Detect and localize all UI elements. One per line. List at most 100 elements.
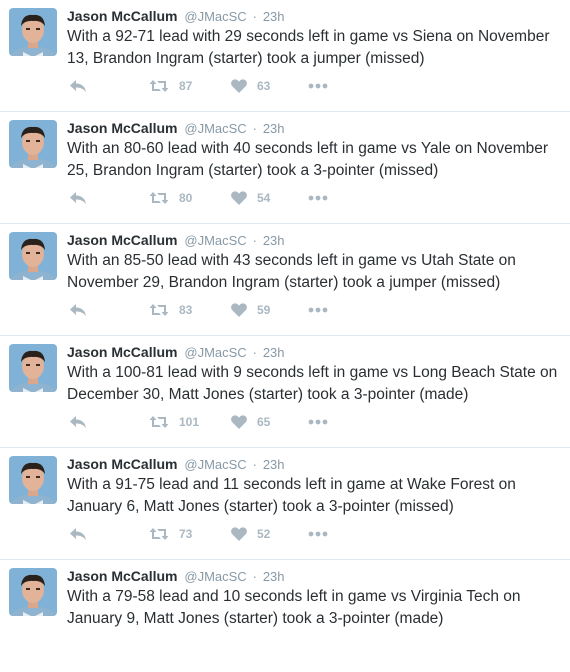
tweet-text: With a 91-75 lead and 11 seconds left in… [67, 476, 516, 515]
heart-icon [231, 527, 247, 541]
tweet-header: Jason McCallum @JMacSC · 23h [67, 343, 285, 362]
retweet-count: 80 [179, 191, 193, 205]
tweet-header: Jason McCallum @JMacSC · 23h [67, 7, 285, 26]
tweet-text: With an 80-60 lead with 40 seconds left … [67, 140, 549, 179]
author-handle[interactable]: @JMacSC [184, 9, 246, 24]
author-name[interactable]: Jason McCallum [67, 344, 177, 360]
separator: · [252, 9, 257, 24]
author-name[interactable]: Jason McCallum [67, 8, 177, 24]
heart-icon [231, 191, 247, 205]
timeline: Jason McCallum @JMacSC · 23h With a 92-7… [0, 0, 570, 672]
tweet-actions: 101 65 [67, 412, 367, 432]
retweet-button[interactable]: 83 [149, 300, 192, 320]
reply-button[interactable] [69, 76, 87, 96]
reply-button[interactable] [69, 524, 87, 544]
like-count: 59 [257, 303, 271, 317]
reply-button[interactable] [69, 412, 87, 432]
tweet[interactable]: Jason McCallum @JMacSC · 23h With a 79-5… [0, 560, 570, 672]
separator: · [252, 457, 257, 472]
avatar[interactable] [9, 456, 57, 504]
separator: · [252, 121, 257, 136]
like-button[interactable]: 65 [231, 412, 270, 432]
separator: · [252, 233, 257, 248]
retweet-count: 87 [179, 79, 193, 93]
like-button[interactable]: 54 [231, 188, 270, 208]
author-handle[interactable]: @JMacSC [184, 233, 246, 248]
retweet-button[interactable]: 80 [149, 188, 192, 208]
tweet[interactable]: Jason McCallum @JMacSC · 23h With a 100-… [0, 336, 570, 448]
tweet[interactable]: Jason McCallum @JMacSC · 23h With an 85-… [0, 224, 570, 336]
retweet-button[interactable]: 87 [149, 76, 192, 96]
like-button[interactable]: 59 [231, 300, 270, 320]
timestamp[interactable]: 23h [263, 9, 285, 24]
more-button[interactable] [308, 188, 328, 208]
tweet-header: Jason McCallum @JMacSC · 23h [67, 119, 285, 138]
reply-icon [69, 415, 87, 429]
tweet-text: With an 85-50 lead with 43 seconds left … [67, 252, 516, 291]
like-count: 65 [257, 415, 271, 429]
avatar[interactable] [9, 8, 57, 56]
retweet-count: 73 [179, 527, 193, 541]
timestamp[interactable]: 23h [263, 457, 285, 472]
reply-button[interactable] [69, 300, 87, 320]
retweet-count: 83 [179, 303, 193, 317]
more-button[interactable] [308, 76, 328, 96]
author-handle[interactable]: @JMacSC [184, 569, 246, 584]
tweet-actions: 83 59 [67, 300, 367, 320]
like-count: 54 [257, 191, 271, 205]
separator: · [252, 569, 257, 584]
tweet[interactable]: Jason McCallum @JMacSC · 23h With an 80-… [0, 112, 570, 224]
more-icon [308, 195, 328, 201]
more-button[interactable] [308, 524, 328, 544]
author-name[interactable]: Jason McCallum [67, 568, 177, 584]
separator: · [252, 345, 257, 360]
tweet-header: Jason McCallum @JMacSC · 23h [67, 455, 285, 474]
retweet-button[interactable]: 73 [149, 524, 192, 544]
tweet-header: Jason McCallum @JMacSC · 23h [67, 567, 285, 586]
more-icon [308, 531, 328, 537]
timestamp[interactable]: 23h [263, 233, 285, 248]
tweet-text: With a 100-81 lead with 9 seconds left i… [67, 364, 558, 403]
avatar[interactable] [9, 120, 57, 168]
like-count: 63 [257, 79, 271, 93]
tweet-text: With a 92-71 lead with 29 seconds left i… [67, 28, 550, 67]
more-button[interactable] [308, 300, 328, 320]
timestamp[interactable]: 23h [263, 121, 285, 136]
author-handle[interactable]: @JMacSC [184, 457, 246, 472]
more-button[interactable] [308, 412, 328, 432]
more-icon [308, 307, 328, 313]
tweet[interactable]: Jason McCallum @JMacSC · 23h With a 91-7… [0, 448, 570, 560]
reply-icon [69, 191, 87, 205]
author-name[interactable]: Jason McCallum [67, 456, 177, 472]
retweet-icon [149, 303, 169, 317]
tweet-actions: 87 63 [67, 76, 367, 96]
retweet-icon [149, 415, 169, 429]
avatar[interactable] [9, 344, 57, 392]
tweet-actions: 73 52 [67, 524, 367, 544]
more-icon [308, 419, 328, 425]
timestamp[interactable]: 23h [263, 569, 285, 584]
like-button[interactable]: 52 [231, 524, 270, 544]
tweet-actions: 80 54 [67, 188, 367, 208]
reply-icon [69, 527, 87, 541]
retweet-button[interactable]: 101 [149, 412, 199, 432]
author-handle[interactable]: @JMacSC [184, 345, 246, 360]
tweet-text: With a 79-58 lead and 10 seconds left in… [67, 588, 521, 627]
retweet-icon [149, 527, 169, 541]
like-button[interactable]: 63 [231, 76, 270, 96]
more-icon [308, 83, 328, 89]
retweet-icon [149, 79, 169, 93]
heart-icon [231, 303, 247, 317]
heart-icon [231, 415, 247, 429]
reply-icon [69, 303, 87, 317]
avatar[interactable] [9, 568, 57, 616]
heart-icon [231, 79, 247, 93]
author-handle[interactable]: @JMacSC [184, 121, 246, 136]
reply-button[interactable] [69, 188, 87, 208]
author-name[interactable]: Jason McCallum [67, 120, 177, 136]
avatar[interactable] [9, 232, 57, 280]
author-name[interactable]: Jason McCallum [67, 232, 177, 248]
tweet[interactable]: Jason McCallum @JMacSC · 23h With a 92-7… [0, 0, 570, 112]
timestamp[interactable]: 23h [263, 345, 285, 360]
reply-icon [69, 79, 87, 93]
